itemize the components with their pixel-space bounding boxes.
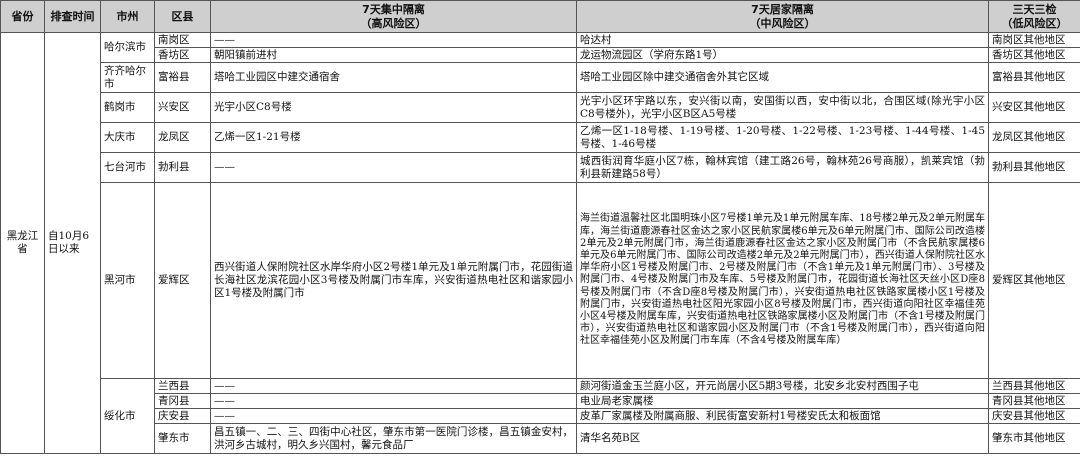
table-row: 七台河市 勃利县 —— 城西街润育华庭小区7栋，翰林宾馆（建工路26号，翰林苑2… <box>1 152 1080 183</box>
district-cell: 兴安区 <box>154 92 211 123</box>
table-row: 鹤岗市 兴安区 光宇小区C8号楼 光宇小区环宇路以东，安兴街以南，安国街以西，安… <box>1 92 1080 123</box>
central-cell: 光宇小区C8号楼 <box>210 92 577 123</box>
province-cell: 黑龙江省 <box>0 32 45 454</box>
header-central: 7天集中隔离 （高风险区） <box>210 0 577 33</box>
central-cell: 朝阳镇前进村 <box>210 47 577 63</box>
check-cell: 爱辉区其他地区 <box>988 182 1080 379</box>
header-check-sub: （低风险区） <box>1001 16 1068 30</box>
city-cell: 七台河市 <box>100 152 155 183</box>
header-province: 省份 <box>0 0 45 33</box>
check-cell: 庆安县其他地区 <box>988 408 1080 424</box>
district-cell: 富裕县 <box>154 62 211 93</box>
check-cell: 勃利县其他地区 <box>988 152 1080 183</box>
table-row: 大庆市 龙凤区 乙烯一区1-21号楼 乙烯一区1-18号楼、1-19号楼、1-2… <box>1 122 1080 153</box>
central-cell: —— <box>210 32 577 48</box>
district-cell: 庆安县 <box>154 408 211 424</box>
home-cell: 清华名苑B区 <box>576 423 989 454</box>
home-cell: 电业局老家属楼 <box>576 393 989 409</box>
home-cell: 哈达村 <box>576 32 989 48</box>
header-check-title: 三天三检 <box>1012 2 1057 16</box>
check-cell: 肇东市其他地区 <box>988 423 1080 454</box>
check-cell: 龙凤区其他地区 <box>988 122 1080 153</box>
table-row: 绥化市 兰西县 —— 颜河街道金玉兰庭小区，开元尚居小区5期3号楼，北安乡北安村… <box>1 378 1080 454</box>
district-cell: 勃利县 <box>154 152 211 183</box>
city-cell: 哈尔滨市 <box>100 32 155 63</box>
home-cell: 海兰街道温馨社区北国明珠小区7号楼1单元及1单元附属车库、18号楼2单元及2单元… <box>576 182 989 379</box>
home-cell: 塔哈工业园区除中建交通宿舍外其它区域 <box>576 62 989 93</box>
table-row: 肇东市 昌五镇一、二、三、四街中心社区，肇东市第一医院门诊楼，昌五镇金安村，洪河… <box>1 423 1080 454</box>
header-home-sub: （中风险区） <box>749 16 816 30</box>
city-cell: 鹤岗市 <box>100 92 155 123</box>
central-cell: 西兴街道人保附院社区水岸华府小区2号楼1单元及1单元附属门市，花园街道长海社区龙… <box>210 182 577 379</box>
home-cell: 光宇小区环宇路以东，安兴街以南，安国街以西，安中街以北，合围区域(除光宇小区C8… <box>576 92 989 123</box>
central-cell: —— <box>210 378 577 394</box>
central-cell: 塔哈工业园区中建交通宿舍 <box>210 62 577 93</box>
city-cell: 齐齐哈尔市 <box>100 62 155 93</box>
header-central-sub: （高风险区） <box>360 16 427 30</box>
header-city: 市州 <box>100 0 155 33</box>
central-cell: —— <box>210 152 577 183</box>
table-row: 香坊区 朝阳镇前进村 龙运物流园区（学府东路1号） 香坊区其他地区 <box>1 47 1080 63</box>
header-time: 排查时间 <box>44 0 101 33</box>
district-cell: 肇东市 <box>154 423 211 454</box>
header-district: 区县 <box>154 0 211 33</box>
header-home: 7天居家隔离 （中风险区） <box>576 0 989 33</box>
table-row: 庆安县 —— 皮革厂家属楼及附属商服、利民街富安新村1号楼安氏太和板面馆 庆安县… <box>1 408 1080 424</box>
table-row: 青冈县 —— 电业局老家属楼 青冈县其他地区 <box>1 393 1080 409</box>
check-cell: 香坊区其他地区 <box>988 47 1080 63</box>
city-cell: 绥化市 <box>100 378 155 454</box>
time-cell: 自10月6日以来 <box>44 32 101 454</box>
header-central-title: 7天集中隔离 <box>362 2 425 16</box>
table-row: 黑龙江省 自10月6日以来 哈尔滨市 南岗区 —— 哈达村 南岗区其他地区 <box>0 32 1080 454</box>
home-cell: 乙烯一区1-18号楼、1-19号楼、1-20号楼、1-22号楼、1-23号楼、1… <box>576 122 989 153</box>
header-home-title: 7天居家隔离 <box>751 2 814 16</box>
central-cell: —— <box>210 408 577 424</box>
home-cell: 皮革厂家属楼及附属商服、利民街富安新村1号楼安氏太和板面馆 <box>576 408 989 424</box>
home-cell: 颜河街道金玉兰庭小区，开元尚居小区5期3号楼，北安乡北安村西围子屯 <box>576 378 989 394</box>
central-cell: 昌五镇一、二、三、四街中心社区，肇东市第一医院门诊楼，昌五镇金安村，洪河乡古城村… <box>210 423 577 454</box>
header-check: 三天三检 （低风险区） <box>988 0 1080 33</box>
risk-area-table: 省份 排查时间 市州 区县 7天集中隔离 （高风险区） 7天居家隔离 （中风险区） … <box>0 0 1080 454</box>
district-cell: 兰西县 <box>154 378 211 394</box>
central-cell: —— <box>210 393 577 409</box>
city-cell: 大庆市 <box>100 122 155 153</box>
check-cell: 富裕县其他地区 <box>988 62 1080 93</box>
district-cell: 爱辉区 <box>154 182 211 379</box>
city-cell: 黑河市 <box>100 182 155 379</box>
central-cell: 乙烯一区1-21号楼 <box>210 122 577 153</box>
home-cell: 城西街润育华庭小区7栋，翰林宾馆（建工路26号，翰林苑26号商服），凯莱宾馆（勃… <box>576 152 989 183</box>
district-cell: 龙凤区 <box>154 122 211 153</box>
district-cell: 南岗区 <box>154 32 211 48</box>
header-row: 省份 排查时间 市州 区县 7天集中隔离 （高风险区） 7天居家隔离 （中风险区） … <box>0 0 1080 33</box>
table-row: 黑河市 爱辉区 西兴街道人保附院社区水岸华府小区2号楼1单元及1单元附属门市，花… <box>1 182 1080 379</box>
table-row: 齐齐哈尔市 富裕县 塔哈工业园区中建交通宿舍 塔哈工业园区除中建交通宿舍外其它区… <box>1 62 1080 93</box>
home-cell: 龙运物流园区（学府东路1号） <box>576 47 989 63</box>
check-cell: 青冈县其他地区 <box>988 393 1080 409</box>
check-cell: 南岗区其他地区 <box>988 32 1080 48</box>
check-cell: 兰西县其他地区 <box>988 378 1080 394</box>
district-cell: 青冈县 <box>154 393 211 409</box>
check-cell: 兴安区其他地区 <box>988 92 1080 123</box>
district-cell: 香坊区 <box>154 47 211 63</box>
